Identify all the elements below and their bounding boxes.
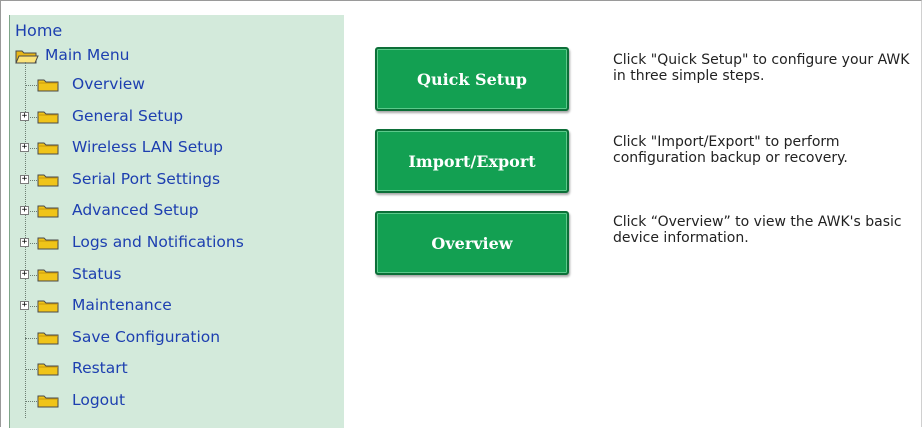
import-export-description: Click "Import/Export" to perform configu… [613,134,848,166]
folder-icon [37,79,59,92]
expand-plus-icon[interactable]: + [20,301,29,311]
sidebar-item-label: Advanced Setup [72,201,199,220]
folder-icon [37,174,59,187]
folder-open-icon [15,50,39,64]
sidebar-item-label: Status [72,264,122,283]
expand-plus-icon[interactable]: + [20,269,29,279]
expand-plus-icon[interactable]: + [20,174,29,184]
folder-icon [37,332,59,345]
expand-plus-icon[interactable]: + [20,143,29,153]
sidebar-item-label: Wireless LAN Setup [72,138,224,157]
folder-icon [37,205,59,218]
overview-description: Click “Overview” to view the AWK's basic… [613,214,902,246]
sidebar-item-label: Logout [72,391,126,409]
folder-icon [37,142,59,155]
quick-setup-button[interactable]: Quick Setup [375,47,569,111]
sidebar-item-label: Logs and Notifications [72,233,244,251]
home-link[interactable]: Home [15,21,62,40]
quick-setup-description: Click "Quick Setup" to configure your AW… [613,52,910,84]
sidebar-item-label: Serial Port Settings [72,169,221,188]
folder-icon [37,300,59,313]
folder-icon [37,111,59,124]
folder-icon [37,269,59,282]
expand-plus-icon[interactable]: + [20,206,29,216]
import-export-button[interactable]: Import/Export [375,129,569,193]
expand-plus-icon[interactable]: + [20,111,29,121]
sidebar-item-label: Overview [72,75,145,93]
folder-icon [37,363,59,376]
main-menu-label: Main Menu [45,46,130,64]
folder-icon [37,395,59,408]
sidebar-item-label: Save Configuration [72,327,221,346]
sidebar-item-label: Restart [72,359,128,378]
sidebar-item-label: Maintenance [72,296,172,315]
sidebar-menu: Home Main Menu Overview + General Setup [9,15,344,428]
overview-button[interactable]: Overview [375,211,569,275]
sidebar-item-label: General Setup [72,106,184,125]
folder-icon [37,237,59,250]
expand-plus-icon[interactable]: + [20,238,29,247]
